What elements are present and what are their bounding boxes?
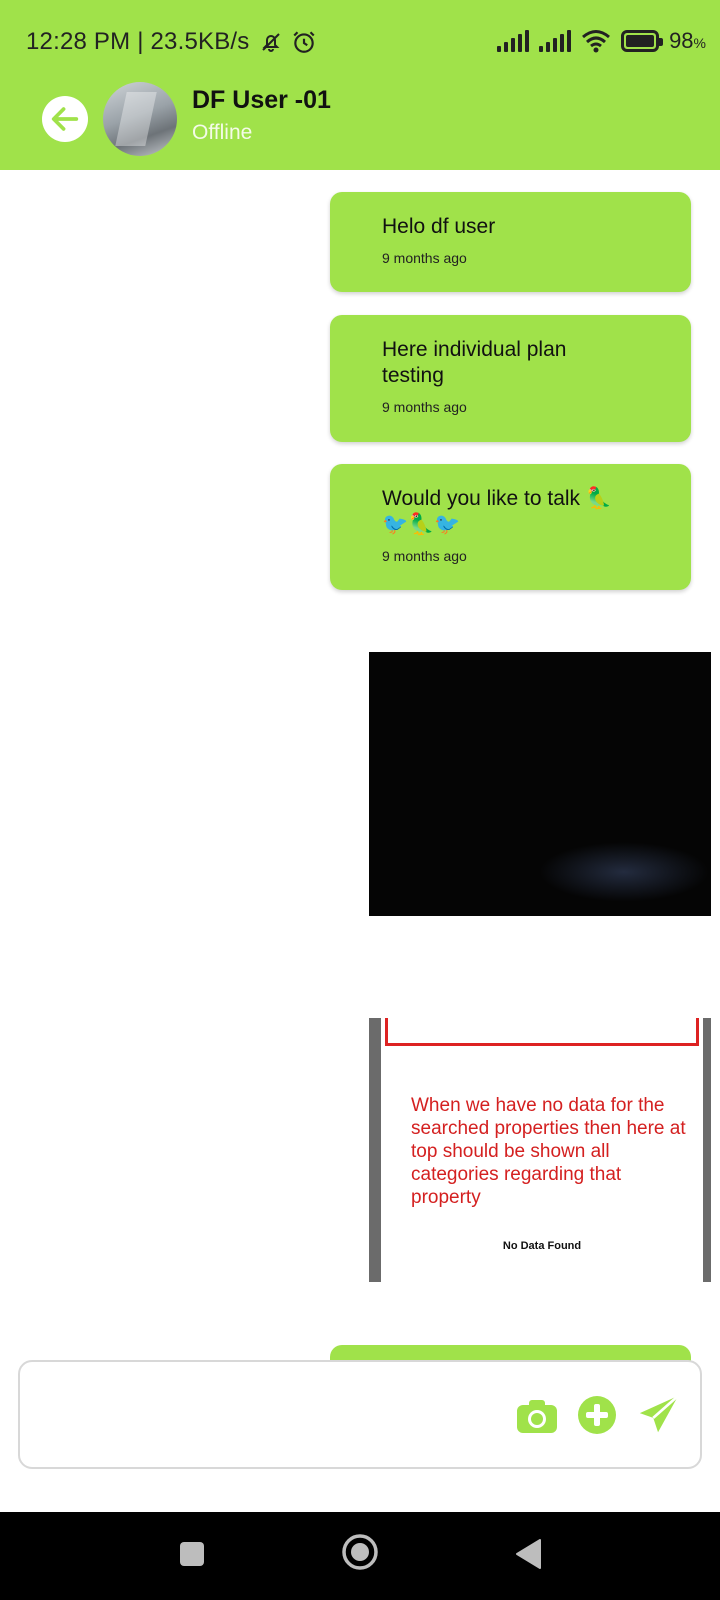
recents-square-icon	[180, 1542, 204, 1566]
back-button[interactable]	[42, 96, 88, 142]
send-icon	[639, 1394, 680, 1433]
attach-button[interactable]	[576, 1394, 618, 1436]
message-text: Here individual plan testing	[382, 338, 567, 387]
screenshot-red-box	[385, 1018, 699, 1046]
battery-icon	[621, 30, 664, 52]
image-message[interactable]: When we have no data for the searched pr…	[369, 1018, 711, 1282]
camera-icon	[517, 1400, 557, 1433]
status-time: 12:28 PM | 23.5KB/s	[26, 28, 250, 55]
mute-bell-icon	[262, 33, 280, 52]
alarm-icon	[293, 31, 315, 53]
camera-button[interactable]	[516, 1396, 558, 1436]
nav-back-button[interactable]	[510, 1532, 546, 1576]
screenshot-no-data-text: No Data Found	[502, 1240, 582, 1252]
add-circle-icon	[578, 1396, 616, 1434]
screenshot-note-text: When we have no data for the searched pr…	[411, 1095, 686, 1208]
wifi-icon	[582, 30, 611, 53]
message-time: 9 months ago	[382, 548, 467, 564]
home-circle-icon	[342, 1534, 378, 1570]
message-time: 9 months ago	[382, 399, 467, 415]
message-text: Helo df user	[382, 215, 496, 238]
battery-level: 98%	[669, 28, 706, 53]
system-nav-bar	[0, 1512, 720, 1600]
message-time: 9 months ago	[382, 250, 467, 266]
message-input[interactable]	[36, 1392, 516, 1440]
message-bubble[interactable]: Here individual plan testing 9 months ag…	[330, 315, 691, 442]
status-icons: 98%	[497, 28, 706, 54]
recents-button[interactable]	[174, 1532, 210, 1576]
message-bubble[interactable]: Would you like to talk 🦜 🐦🦜🐦 9 months ag…	[330, 464, 691, 590]
app-header: 12:28 PM | 23.5KB/s 98% DF User -01 Offl…	[0, 0, 720, 170]
home-button[interactable]	[338, 1530, 382, 1574]
back-arrow-icon	[51, 107, 79, 131]
contact-avatar[interactable]	[103, 82, 177, 156]
image-message[interactable]	[369, 652, 711, 916]
contact-name[interactable]: DF User -01	[192, 86, 331, 115]
send-button[interactable]	[634, 1390, 684, 1440]
message-bubble[interactable]: Helo df user 9 months ago	[330, 192, 691, 292]
signal-icon	[497, 30, 530, 52]
signal-icon	[539, 30, 572, 52]
contact-status: Offline	[192, 121, 253, 144]
message-composer	[18, 1360, 702, 1469]
back-triangle-icon	[516, 1539, 541, 1569]
message-text: Would you like to talk 🦜 🐦🦜🐦	[382, 487, 613, 536]
